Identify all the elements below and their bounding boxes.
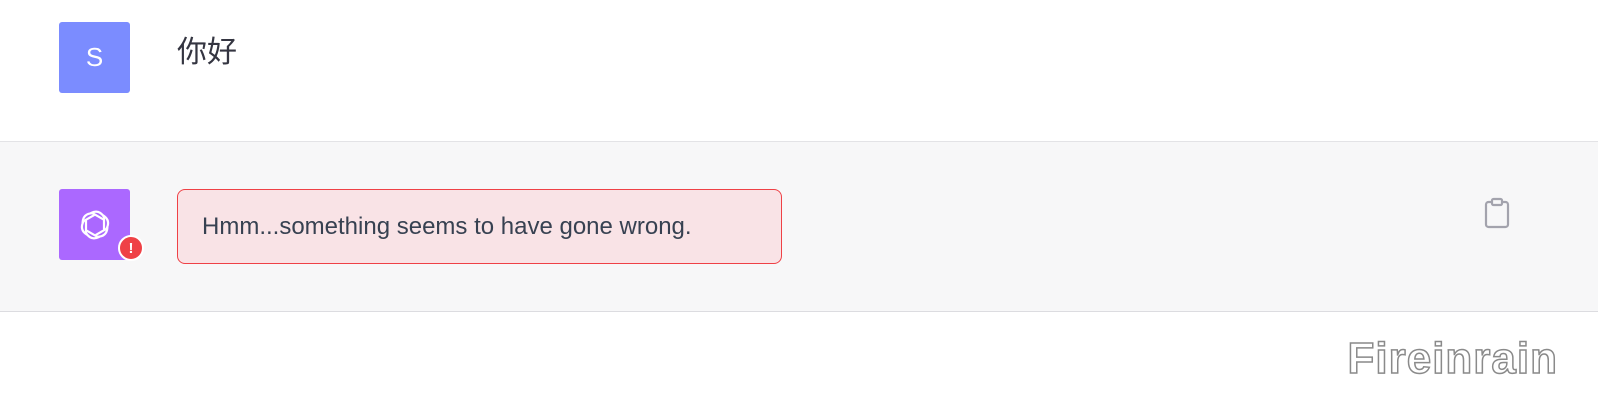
watermark: Fireinrain bbox=[1347, 333, 1558, 384]
user-message-row: S 你好 bbox=[0, 0, 1598, 142]
error-message-text: Hmm...something seems to have gone wrong… bbox=[202, 212, 692, 240]
error-badge: ! bbox=[118, 235, 144, 261]
clipboard-icon bbox=[1484, 197, 1510, 229]
user-message-text: 你好 bbox=[177, 35, 237, 70]
assistant-avatar: ! bbox=[59, 189, 144, 261]
assistant-message-row: ! Hmm...something seems to have gone wro… bbox=[0, 142, 1598, 312]
user-avatar: S bbox=[59, 22, 130, 93]
openai-logo-icon bbox=[80, 210, 109, 239]
chat-thread: S 你好 ! Hmm...something seems to have gon… bbox=[0, 0, 1598, 400]
user-avatar-initial: S bbox=[85, 42, 104, 72]
error-message-box: Hmm...something seems to have gone wrong… bbox=[177, 189, 782, 264]
copy-button[interactable] bbox=[1480, 196, 1514, 230]
error-badge-mark: ! bbox=[128, 239, 134, 257]
